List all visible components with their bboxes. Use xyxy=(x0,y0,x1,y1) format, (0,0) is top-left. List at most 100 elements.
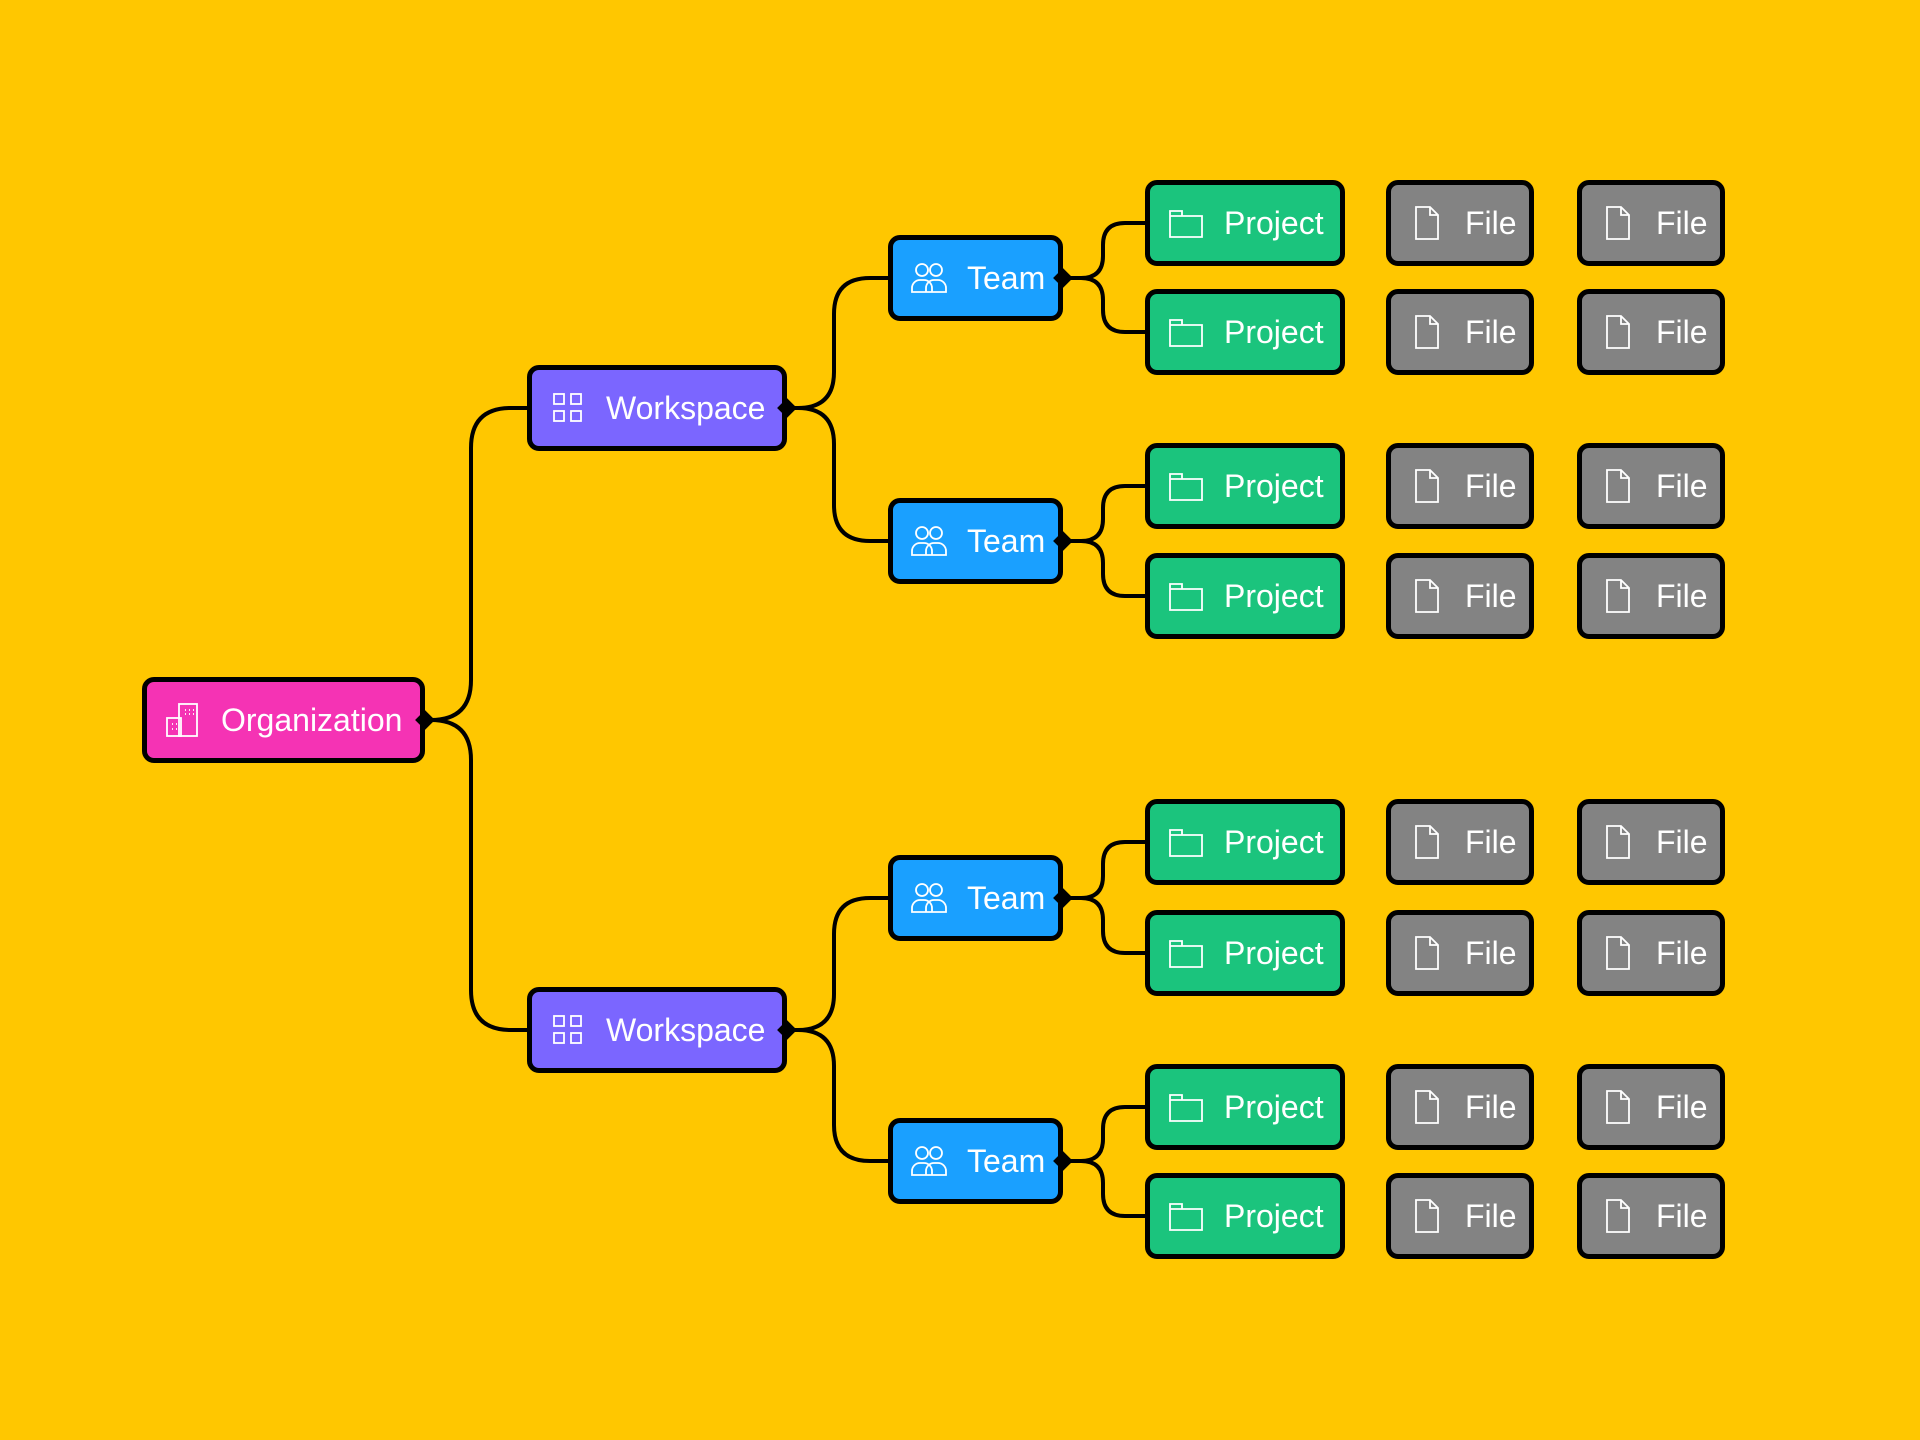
team-node-label: Team xyxy=(967,879,1046,916)
folder-icon xyxy=(1169,1094,1203,1122)
file-node[interactable]: File xyxy=(1386,1064,1534,1150)
file-icon xyxy=(1415,825,1439,859)
project-node[interactable]: Project xyxy=(1145,1064,1345,1150)
file-node[interactable]: File xyxy=(1577,910,1725,996)
team-node[interactable]: Team xyxy=(888,498,1063,584)
file-node[interactable]: File xyxy=(1386,799,1534,885)
folder-icon xyxy=(1169,1203,1203,1231)
project-node[interactable]: Project xyxy=(1145,289,1345,375)
project-node[interactable]: Project xyxy=(1145,553,1345,639)
project-node[interactable]: Project xyxy=(1145,1173,1345,1259)
folder-icon xyxy=(1169,940,1203,968)
file-node[interactable]: File xyxy=(1577,180,1725,266)
file-node[interactable]: File xyxy=(1577,1064,1725,1150)
workspace-node[interactable]: Workspace xyxy=(527,987,787,1073)
project-node[interactable]: Project xyxy=(1145,443,1345,529)
project-node-label: Project xyxy=(1224,204,1324,241)
folder-icon xyxy=(1169,319,1203,347)
folder-icon xyxy=(1169,829,1203,857)
workspace-node-label: Workspace xyxy=(606,389,766,426)
connector-line xyxy=(1063,840,1145,900)
file-node-label: File xyxy=(1465,313,1517,350)
building-icon xyxy=(166,703,198,737)
file-node-label: File xyxy=(1656,1197,1708,1234)
users-icon xyxy=(911,263,947,293)
file-node[interactable]: File xyxy=(1386,289,1534,375)
file-node[interactable]: File xyxy=(1577,553,1725,639)
connector-line xyxy=(787,896,888,1032)
file-node[interactable]: File xyxy=(1577,799,1725,885)
project-node-label: Project xyxy=(1224,823,1324,860)
file-node-label: File xyxy=(1465,1088,1517,1125)
users-icon xyxy=(911,883,947,913)
file-icon xyxy=(1606,825,1630,859)
users-icon xyxy=(911,526,947,556)
connector-line xyxy=(1063,1105,1145,1163)
file-icon xyxy=(1415,469,1439,503)
connector-line xyxy=(787,1028,888,1163)
connector-line xyxy=(1063,221,1145,280)
file-node-label: File xyxy=(1465,204,1517,241)
file-node[interactable]: File xyxy=(1577,443,1725,529)
file-node-label: File xyxy=(1656,1088,1708,1125)
file-icon xyxy=(1415,315,1439,349)
project-node[interactable]: Project xyxy=(1145,180,1345,266)
connector-line xyxy=(1063,276,1145,334)
grid-icon xyxy=(553,1015,582,1044)
file-icon xyxy=(1415,1090,1439,1124)
project-node-label: Project xyxy=(1224,934,1324,971)
file-node[interactable]: File xyxy=(1577,289,1725,375)
connector-line xyxy=(787,406,888,543)
team-node[interactable]: Team xyxy=(888,855,1063,941)
folder-icon xyxy=(1169,210,1203,238)
file-node[interactable]: File xyxy=(1386,180,1534,266)
connector-line xyxy=(425,406,527,722)
file-node[interactable]: File xyxy=(1577,1173,1725,1259)
file-node-label: File xyxy=(1656,313,1708,350)
file-node[interactable]: File xyxy=(1386,553,1534,639)
connector-line xyxy=(1063,484,1145,543)
file-node-label: File xyxy=(1465,934,1517,971)
file-icon xyxy=(1606,469,1630,503)
file-node[interactable]: File xyxy=(1386,443,1534,529)
file-icon xyxy=(1415,206,1439,240)
file-node[interactable]: File xyxy=(1386,910,1534,996)
file-node-label: File xyxy=(1656,823,1708,860)
folder-icon xyxy=(1169,473,1203,501)
file-icon xyxy=(1606,936,1630,970)
connector-line xyxy=(1063,539,1145,598)
project-node[interactable]: Project xyxy=(1145,910,1345,996)
workspace-node[interactable]: Workspace xyxy=(527,365,787,451)
team-node[interactable]: Team xyxy=(888,235,1063,321)
connector-line xyxy=(1063,896,1145,955)
file-node-label: File xyxy=(1656,577,1708,614)
file-icon xyxy=(1606,1199,1630,1233)
team-node-label: Team xyxy=(967,1142,1046,1179)
file-node-label: File xyxy=(1465,467,1517,504)
organization-node-label: Organization xyxy=(221,701,403,738)
project-node-label: Project xyxy=(1224,577,1324,614)
organization-node[interactable]: Organization xyxy=(142,677,425,763)
project-node-label: Project xyxy=(1224,313,1324,350)
connector-line xyxy=(1063,1159,1145,1218)
users-icon xyxy=(911,1146,947,1176)
project-node[interactable]: Project xyxy=(1145,799,1345,885)
file-node-label: File xyxy=(1465,577,1517,614)
file-node-label: File xyxy=(1465,1197,1517,1234)
file-icon xyxy=(1606,315,1630,349)
workspace-node-label: Workspace xyxy=(606,1011,766,1048)
file-node-label: File xyxy=(1656,204,1708,241)
file-icon xyxy=(1415,936,1439,970)
connector-line xyxy=(425,718,527,1032)
team-node-label: Team xyxy=(967,522,1046,559)
file-icon xyxy=(1415,1199,1439,1233)
project-node-label: Project xyxy=(1224,1197,1324,1234)
project-node-label: Project xyxy=(1224,467,1324,504)
project-node-label: Project xyxy=(1224,1088,1324,1125)
file-icon xyxy=(1606,579,1630,613)
grid-icon xyxy=(553,393,582,422)
file-icon xyxy=(1415,579,1439,613)
team-node[interactable]: Team xyxy=(888,1118,1063,1204)
file-node[interactable]: File xyxy=(1386,1173,1534,1259)
file-icon xyxy=(1606,1090,1630,1124)
